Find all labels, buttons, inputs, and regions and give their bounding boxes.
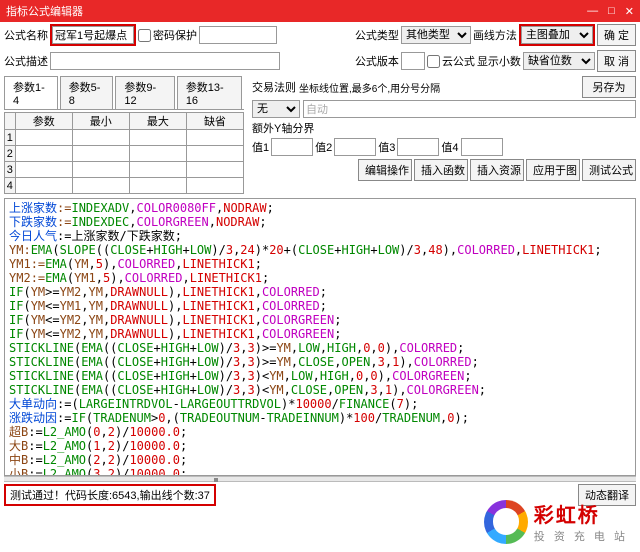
formula-name-input[interactable] bbox=[52, 26, 134, 44]
cancel-button[interactable]: 取 消 bbox=[597, 50, 636, 72]
formula-version-label: 公式版本 bbox=[355, 53, 399, 69]
测试公式-button[interactable]: 测试公式 bbox=[582, 159, 636, 181]
插入资源-button[interactable]: 插入资源 bbox=[470, 159, 524, 181]
value-3-input[interactable] bbox=[397, 138, 439, 156]
param-tab-3[interactable]: 参数13-16 bbox=[177, 76, 242, 109]
rainbow-logo-icon bbox=[484, 500, 528, 544]
param-cell[interactable] bbox=[16, 146, 72, 160]
param-cell[interactable] bbox=[130, 146, 186, 160]
应用于图-button[interactable]: 应用于图 bbox=[526, 159, 580, 181]
param-tab-1[interactable]: 参数5-8 bbox=[60, 76, 114, 109]
splitter[interactable] bbox=[4, 476, 636, 482]
auto-input[interactable] bbox=[303, 100, 636, 118]
param-cell[interactable] bbox=[187, 178, 243, 192]
save-as-button[interactable]: 另存为 bbox=[582, 76, 636, 98]
param-cell[interactable] bbox=[73, 162, 129, 176]
status-text: 测试通过！代码长度:6543,输出线个数:37 bbox=[4, 484, 216, 506]
minimize-icon[interactable]: — bbox=[587, 5, 598, 18]
cloud-label: 云公式 bbox=[442, 53, 475, 69]
brand-name: 彩虹桥 bbox=[534, 499, 628, 528]
code-editor[interactable]: 上涨家数:=INDEXADV,COLOR0080FF,NODRAW;下跌家数:=… bbox=[4, 198, 636, 476]
插入函数-button[interactable]: 插入函数 bbox=[414, 159, 468, 181]
password-input[interactable] bbox=[199, 26, 277, 44]
param-tab-2[interactable]: 参数9-12 bbox=[115, 76, 174, 109]
window-title: 指标公式编辑器 bbox=[6, 3, 83, 19]
param-cell[interactable] bbox=[130, 130, 186, 144]
decimal-select[interactable]: 缺省位数 bbox=[523, 52, 595, 70]
param-cell[interactable] bbox=[73, 178, 129, 192]
formula-type-select[interactable]: 其他类型 bbox=[401, 26, 471, 44]
param-cell[interactable] bbox=[130, 178, 186, 192]
formula-desc-input[interactable] bbox=[50, 52, 280, 70]
ok-button[interactable]: 确 定 bbox=[597, 24, 636, 46]
param-tab-0[interactable]: 参数1-4 bbox=[4, 76, 58, 109]
formula-version-input[interactable] bbox=[401, 52, 425, 70]
param-cell[interactable] bbox=[187, 162, 243, 176]
param-cell[interactable] bbox=[16, 130, 72, 144]
draw-method-label: 画线方法 bbox=[473, 27, 517, 43]
rule-none-select[interactable]: 无 bbox=[252, 100, 300, 118]
cloud-checkbox[interactable] bbox=[427, 55, 440, 68]
close-icon[interactable]: ✕ bbox=[625, 5, 634, 18]
decimal-label: 显示小数 bbox=[477, 53, 521, 69]
param-cell[interactable] bbox=[187, 130, 243, 144]
trade-rule-label: 交易法则 bbox=[252, 79, 296, 95]
param-cell[interactable] bbox=[16, 162, 72, 176]
编辑操作-button[interactable]: 编辑操作 bbox=[358, 159, 412, 181]
param-cell[interactable] bbox=[16, 178, 72, 192]
param-cell[interactable] bbox=[73, 146, 129, 160]
param-cell[interactable] bbox=[130, 162, 186, 176]
formula-type-label: 公式类型 bbox=[355, 27, 399, 43]
value-4-input[interactable] bbox=[461, 138, 503, 156]
password-checkbox[interactable] bbox=[138, 29, 151, 42]
password-label: 密码保护 bbox=[153, 27, 197, 43]
maximize-icon[interactable]: □ bbox=[608, 5, 615, 18]
extra-y-label: 额外Y轴分界 bbox=[252, 120, 314, 136]
draw-method-select[interactable]: 主图叠加 bbox=[521, 26, 593, 44]
brand-tagline: 投 资 充 电 站 bbox=[534, 528, 628, 544]
value-2-input[interactable] bbox=[334, 138, 376, 156]
param-cell[interactable] bbox=[187, 146, 243, 160]
formula-desc-label: 公式描述 bbox=[4, 53, 48, 69]
param-cell[interactable] bbox=[73, 130, 129, 144]
formula-name-label: 公式名称 bbox=[4, 27, 48, 43]
coord-hint: 坐标线位置,最多6个,用分号分隔 bbox=[299, 80, 440, 95]
value-1-input[interactable] bbox=[271, 138, 313, 156]
